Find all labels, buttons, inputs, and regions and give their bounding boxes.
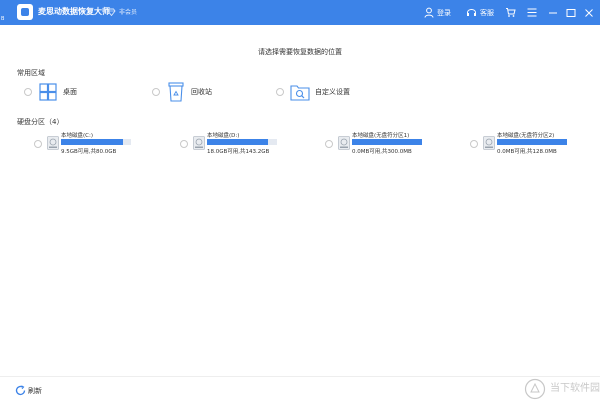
page-prompt: 请选择需要恢复数据的位置: [258, 48, 342, 56]
location-recycle-bin[interactable]: 回收站: [152, 82, 212, 102]
diamond-icon: [107, 8, 116, 16]
disk-name: 本地磁盘(无盘符分区2): [497, 133, 555, 139]
disk-size: 9.5GB可用,共80.0GB: [61, 149, 117, 155]
disk-usage-bar: [497, 139, 567, 145]
headset-icon: [466, 7, 477, 18]
folder-search-icon: [290, 82, 310, 102]
disk-radio[interactable]: [325, 140, 333, 148]
hard-drive-icon: [338, 136, 350, 150]
location-radio[interactable]: [24, 88, 32, 96]
vip-label: 非会员: [119, 9, 138, 16]
disk-item[interactable]: 本地磁盘(无盘符分区2) 0.0MB可用,共128.0MB: [470, 130, 600, 156]
watermark-text: 当下软件园: [550, 383, 600, 394]
refresh-label: 刷新: [28, 387, 42, 395]
menu-button[interactable]: [525, 6, 538, 19]
disk-usage-fill: [497, 139, 567, 145]
disk-usage-bar: [61, 139, 131, 145]
close-icon: [584, 8, 594, 18]
disk-radio[interactable]: [470, 140, 478, 148]
location-label: 自定义设置: [315, 88, 350, 96]
disk-name: 本地磁盘(D:): [207, 133, 240, 139]
refresh-icon: [15, 384, 26, 398]
disk-usage-fill: [207, 139, 268, 145]
watermark-logo-icon: [524, 378, 546, 400]
watermark: 当下软件园: [524, 378, 600, 400]
cart-icon: [505, 7, 516, 18]
menu-icon: [527, 8, 537, 17]
hard-drive-icon: [47, 136, 59, 150]
maximize-button[interactable]: [564, 6, 577, 19]
location-label: 回收站: [191, 88, 212, 96]
app-logo: [17, 4, 33, 20]
disk-size: 18.0GB可用,共143.2GB: [207, 149, 270, 155]
disk-size: 0.0MB可用,共300.0MB: [352, 149, 412, 155]
location-desktop[interactable]: 桌面: [24, 82, 77, 102]
disk-name: 本地磁盘(无盘符分区1): [352, 133, 410, 139]
partition-section-title: 硬盘分区（4）: [17, 118, 64, 126]
location-radio[interactable]: [152, 88, 160, 96]
disk-size: 0.0MB可用,共128.0MB: [497, 149, 557, 155]
hard-drive-icon: [483, 136, 495, 150]
windows-icon: [38, 82, 58, 102]
user-icon: [424, 7, 434, 18]
disk-item[interactable]: 本地磁盘(D:) 18.0GB可用,共143.2GB: [180, 130, 320, 156]
cart-button[interactable]: [504, 6, 517, 19]
disk-usage-bar: [207, 139, 277, 145]
corner-mark: B: [1, 16, 5, 22]
disk-usage-bar: [352, 139, 422, 145]
maximize-icon: [566, 8, 576, 18]
disk-item[interactable]: 本地磁盘(C:) 9.5GB可用,共80.0GB: [34, 130, 174, 156]
disk-usage-fill: [61, 139, 123, 145]
app-title: 麦思动数据恢复大师: [38, 7, 110, 16]
login-label: 登录: [437, 8, 451, 17]
customer-service-button[interactable]: 客服: [466, 6, 494, 19]
location-label: 桌面: [63, 88, 77, 96]
disk-item[interactable]: 本地磁盘(无盘符分区1) 0.0MB可用,共300.0MB: [325, 130, 465, 156]
vip-status[interactable]: 非会员: [107, 7, 137, 16]
disk-name: 本地磁盘(C:): [61, 133, 93, 139]
recycle-bin-icon: [166, 82, 186, 102]
disk-radio[interactable]: [34, 140, 42, 148]
location-custom[interactable]: 自定义设置: [276, 82, 350, 102]
minimize-icon: [548, 8, 558, 18]
hard-drive-icon: [193, 136, 205, 150]
login-button[interactable]: 登录: [424, 6, 451, 19]
service-label: 客服: [480, 8, 494, 17]
disk-usage-fill: [352, 139, 422, 145]
refresh-button[interactable]: 刷新: [15, 384, 42, 398]
minimize-button[interactable]: [546, 6, 559, 19]
disk-radio[interactable]: [180, 140, 188, 148]
title-bar: 麦思动数据恢复大师 非会员 B 登录 客服: [0, 0, 600, 25]
close-button[interactable]: [582, 6, 595, 19]
bottom-bar: 刷新: [0, 376, 600, 403]
location-radio[interactable]: [276, 88, 284, 96]
common-section-title: 常用区域: [17, 69, 45, 77]
